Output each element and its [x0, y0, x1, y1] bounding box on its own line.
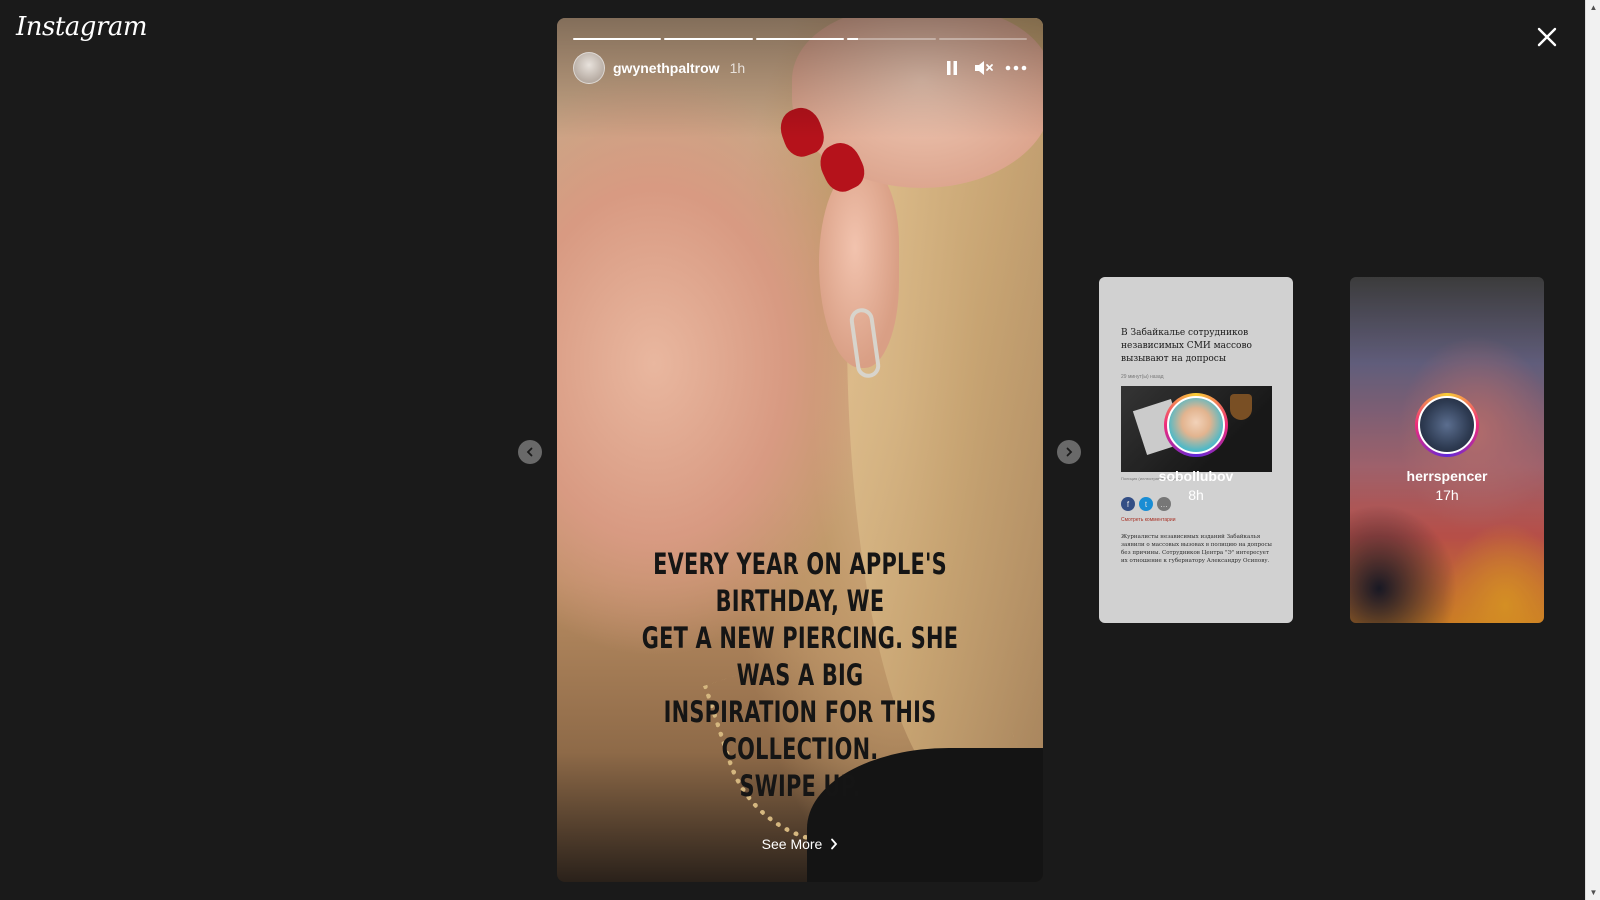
story-header: gwynethpaltrow 1h [573, 52, 1027, 84]
progress-segment [847, 38, 936, 40]
avatar [1164, 393, 1228, 457]
story-progress [573, 38, 1028, 40]
progress-segment [755, 38, 845, 40]
side-story-time: 8h [1188, 487, 1204, 503]
chevron-right-icon [831, 838, 838, 850]
side-story-herrspencer[interactable]: herrspencer 17h [1350, 277, 1544, 623]
scroll-up-icon[interactable]: ▲ [1586, 0, 1600, 15]
progress-segment [664, 38, 753, 40]
more-options-button[interactable] [1005, 57, 1027, 79]
instagram-logo[interactable]: Instagram [16, 12, 148, 42]
story-username[interactable]: gwynethpaltrow [613, 60, 720, 76]
side-story-username: herrspencer [1406, 468, 1488, 484]
close-button[interactable] [1532, 22, 1562, 52]
close-icon [1537, 27, 1557, 47]
see-more-button[interactable]: See More [557, 836, 1043, 852]
mute-button[interactable] [973, 57, 995, 79]
active-story[interactable]: gwynethpaltrow 1h EVERY YEAR ON APPLE'S … [557, 18, 1043, 882]
previous-story-button[interactable] [518, 440, 542, 464]
progress-segment [938, 38, 1028, 40]
volume-muted-icon [975, 61, 993, 75]
chevron-right-icon [1066, 447, 1073, 457]
pause-button[interactable] [941, 57, 963, 79]
side-story-time: 17h [1435, 487, 1459, 503]
see-more-label: See More [761, 836, 823, 852]
more-horizontal-icon [1005, 65, 1027, 71]
pause-icon [947, 61, 957, 75]
scroll-down-icon[interactable]: ▼ [1586, 885, 1600, 900]
progress-segment [573, 38, 662, 40]
avatar[interactable] [573, 52, 605, 84]
side-story-username: sobollubov [1158, 468, 1234, 484]
chevron-left-icon [526, 447, 533, 457]
next-story-button[interactable] [1057, 440, 1081, 464]
page-scrollbar[interactable]: ▲ ▼ [1585, 0, 1600, 900]
story-controls [941, 57, 1027, 79]
story-time: 1h [729, 60, 746, 76]
side-story-sobollubov[interactable]: В Забайкалье сотрудников независимых СМИ… [1099, 277, 1293, 623]
story-caption: EVERY YEAR ON APPLE'S BIRTHDAY, WE GET A… [641, 547, 959, 803]
avatar [1415, 393, 1479, 457]
